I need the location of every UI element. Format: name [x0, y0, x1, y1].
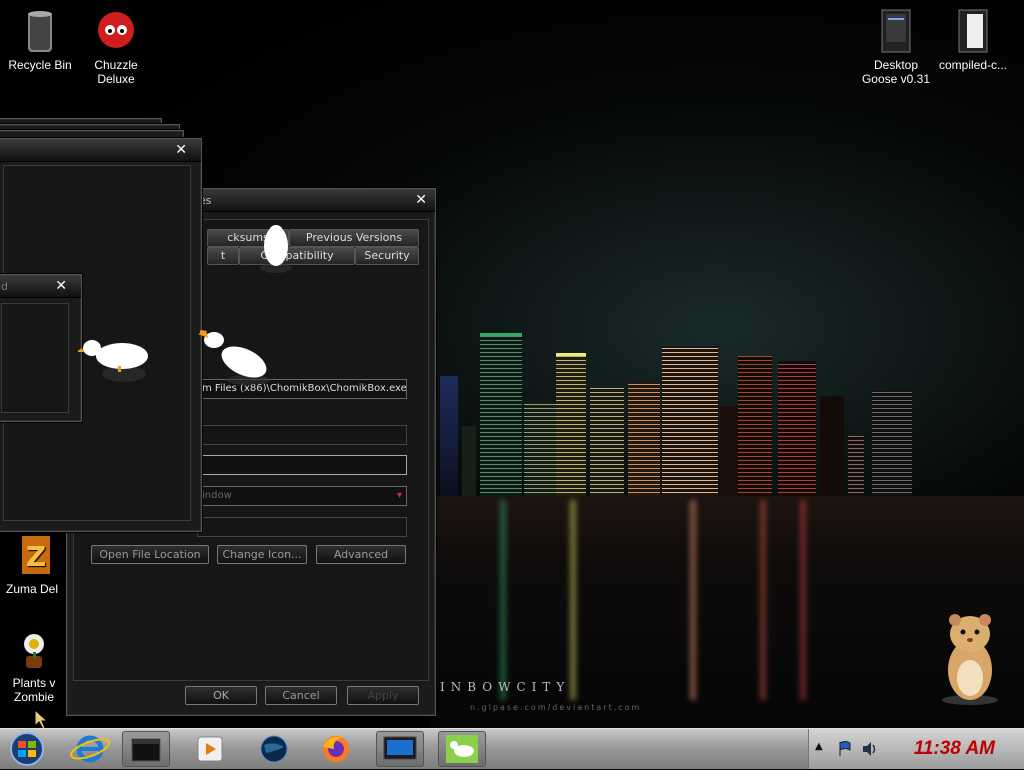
goose-sprite[interactable] [196, 326, 276, 386]
small-window-content [1, 303, 69, 413]
show-hidden-icons-icon[interactable]: ▲ [815, 741, 823, 752]
svg-text:Z: Z [26, 540, 46, 573]
ok-button[interactable]: OK [185, 686, 257, 705]
comment-input[interactable] [197, 517, 407, 537]
taskbar-internet-explorer[interactable] [66, 731, 114, 767]
small-window-title: d [1, 280, 8, 293]
goose-sprite[interactable] [256, 224, 296, 274]
desktop-icon-label-line2: Zombie [13, 690, 54, 704]
desktop-icon-compiled[interactable]: compiled-c... [933, 8, 1013, 72]
run-select-value: indow [202, 490, 232, 501]
folder-icon [874, 8, 918, 54]
tab-previous-versions[interactable]: Previous Versions [289, 229, 419, 247]
mouse-cursor-icon [35, 710, 49, 730]
desktop-icon-label-line2: Deluxe [97, 72, 135, 86]
taskbar-globe[interactable] [250, 731, 298, 767]
cancel-button[interactable]: Cancel [265, 686, 337, 705]
desktop-icon-label: Recycle Bin [8, 58, 72, 72]
taskbar-goose-app[interactable] [438, 731, 486, 767]
tab-security[interactable]: Security [355, 247, 419, 265]
desktop-icon-chuzzle[interactable]: Chuzzle Deluxe [76, 8, 156, 86]
desktop-icon-plants-vs-zombies[interactable]: Plants v Zombie [0, 630, 74, 704]
plants-vs-zombies-icon [12, 630, 56, 672]
desktop-icon-label-line2: Goose v0.31 [861, 72, 931, 86]
folder-icon [131, 738, 161, 762]
globe-icon [260, 735, 288, 763]
desktop-icon-label: compiled-c... [938, 58, 1008, 72]
recycle-bin-icon [18, 8, 62, 54]
apply-button[interactable]: Apply [347, 686, 419, 705]
start-button[interactable] [4, 731, 50, 767]
taskbar-media-player[interactable] [186, 731, 234, 767]
hamster-image [942, 614, 998, 705]
zuma-icon: Z [10, 532, 54, 578]
taskbar-clock[interactable]: 11:38 AM [914, 738, 995, 760]
desktop-icon-label: Zuma Del [5, 582, 58, 596]
system-tray: ▲ 11:38 AM [808, 729, 1024, 769]
start-in-input[interactable] [197, 425, 407, 445]
tab-shortcut[interactable]: t [207, 247, 239, 265]
taskbar-firefox[interactable] [312, 731, 360, 767]
taskbar: ▲ 11:38 AM [0, 728, 1024, 769]
volume-icon[interactable] [861, 740, 879, 758]
close-icon[interactable]: ✕ [175, 142, 187, 158]
front-left-title-bar[interactable]: ✕ [0, 139, 201, 162]
windows-orb-icon [10, 732, 44, 766]
open-file-location-button[interactable]: Open File Location [91, 545, 209, 564]
close-icon[interactable]: ✕ [55, 278, 67, 294]
monitor-icon [383, 736, 417, 760]
desktop-icon-zuma[interactable]: Z Zuma Del [0, 532, 72, 596]
run-select[interactable]: indow ▾ [197, 486, 407, 506]
goose-app-icon [446, 735, 478, 763]
internet-explorer-icon [70, 735, 110, 763]
shortcut-key-input[interactable] [197, 455, 407, 475]
close-icon[interactable]: ✕ [415, 192, 427, 208]
desktop-icon-label: Desktop [873, 58, 919, 72]
desktop-icon-label: Chuzzle [94, 58, 138, 72]
folder-icon [951, 8, 995, 54]
wallpaper-subcaption: n.glpase.com/deviantart.com [470, 703, 642, 712]
action-center-flag-icon[interactable] [837, 740, 853, 758]
small-window[interactable]: d ✕ [0, 274, 82, 422]
firefox-icon [323, 736, 349, 762]
desktop-icon-desktop-goose[interactable]: Desktop Goose v0.31 [856, 8, 936, 86]
chuzzle-icon [94, 8, 138, 54]
advanced-button[interactable]: Advanced [316, 545, 406, 564]
change-icon-button[interactable]: Change Icon... [217, 545, 307, 564]
media-player-icon [197, 736, 223, 762]
desktop-icon-label: Plants v [12, 676, 56, 690]
wallpaper-caption: INBOWCITY [440, 680, 571, 694]
dropdown-arrow-icon: ▾ [396, 490, 402, 501]
small-window-title-bar[interactable]: d ✕ [0, 275, 81, 298]
desktop-icon-recycle-bin[interactable]: Recycle Bin [0, 8, 80, 72]
taskbar-monitor[interactable] [376, 731, 424, 767]
taskbar-explorer[interactable] [122, 731, 170, 767]
goose-sprite[interactable] [78, 334, 150, 384]
